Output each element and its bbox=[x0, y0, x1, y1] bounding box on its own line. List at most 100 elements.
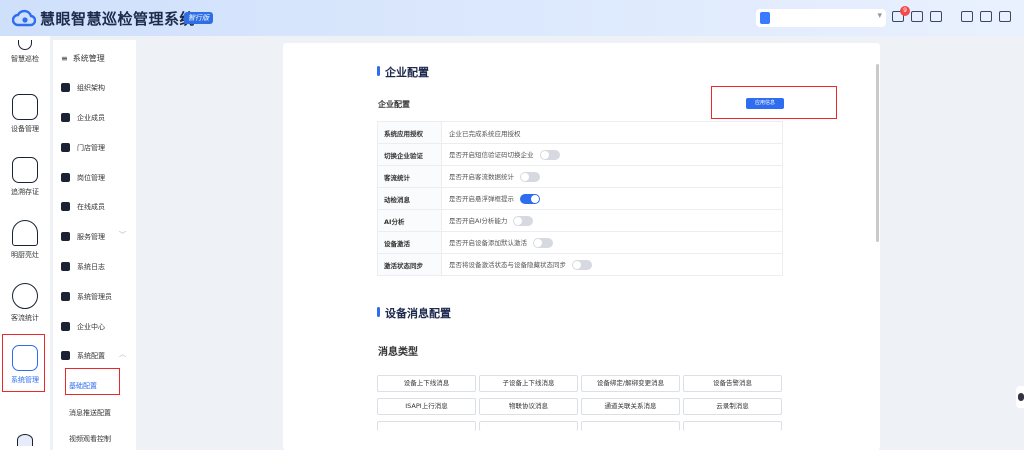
trace-icon bbox=[12, 157, 38, 183]
msg-type-button[interactable]: 设备上下线消息 bbox=[377, 375, 476, 392]
rail-label: 明厨亮灶 bbox=[11, 251, 39, 259]
chevron-down-icon: ﹀ bbox=[119, 231, 126, 239]
rail-item-traffic[interactable]: 客流统计 bbox=[0, 283, 50, 323]
table-row: 设备激活 是否开启设备添加默认激活 bbox=[377, 231, 783, 254]
table-row: 客流统计 是否开启客流数据统计 bbox=[377, 165, 783, 188]
table-row: 切换企业验证 是否开启短信验证码切换企业 bbox=[377, 143, 783, 166]
submenu-item-label: 门店管理 bbox=[77, 144, 105, 152]
chevron-up-icon: ︿ bbox=[119, 350, 126, 358]
row-value: 是否开启客流数据统计 bbox=[441, 165, 783, 188]
msg-type-button[interactable]: 设备告警消息 bbox=[683, 375, 782, 392]
rail-item-partial[interactable] bbox=[0, 434, 50, 446]
log-icon bbox=[61, 262, 70, 271]
org-select[interactable]: ▾ bbox=[756, 9, 886, 27]
msg-type-button-partial[interactable] bbox=[479, 421, 578, 431]
row-value: 是否将设备激活状态与设备隐藏状态同步 bbox=[441, 253, 783, 276]
submenu-item-label: 服务管理 bbox=[77, 233, 105, 241]
row-key: 激活状态同步 bbox=[377, 253, 442, 276]
subtitle-msg-type: 消息类型 bbox=[378, 347, 418, 358]
rail-label: 设备管理 bbox=[11, 125, 39, 133]
msg-type-button[interactable]: 设备绑定/解绑变更消息 bbox=[581, 375, 680, 392]
settings-icon[interactable] bbox=[999, 11, 1013, 25]
row-desc: 是否开启设备添加默认激活 bbox=[449, 239, 527, 247]
admin-icon bbox=[61, 292, 70, 301]
member-icon bbox=[61, 113, 70, 122]
table-row: 系统应用授权 企业已完成系统应用授权 bbox=[377, 121, 783, 144]
download-icon[interactable] bbox=[961, 11, 975, 25]
top-header: 慧眼智慧巡检管理系统 智行版 ▾ 9 bbox=[0, 0, 1024, 36]
msg-type-button[interactable]: 子设备上下线消息 bbox=[479, 375, 578, 392]
online-icon bbox=[61, 202, 70, 211]
fullscreen-icon[interactable] bbox=[980, 11, 994, 25]
annotation-box-app-info bbox=[711, 86, 837, 119]
table-row: AI分析 是否开启AI分析能力 bbox=[377, 209, 783, 232]
device-icon bbox=[12, 94, 38, 120]
submenu-item-label: 系统日志 bbox=[77, 263, 105, 271]
row-key: AI分析 bbox=[377, 209, 442, 232]
msg-type-button[interactable]: ISAPI上行消息 bbox=[377, 398, 476, 415]
app-title: 慧眼智慧巡检管理系统 bbox=[40, 10, 196, 28]
enterprise-config-table: 系统应用授权 企业已完成系统应用授权 切换企业验证 是否开启短信验证码切换企业 … bbox=[377, 121, 783, 276]
row-key: 客流统计 bbox=[377, 165, 442, 188]
msg-type-button-partial[interactable] bbox=[581, 421, 680, 431]
subtitle-enterprise: 企业配置 bbox=[378, 100, 410, 109]
submenu-child-video-control[interactable]: 视频观看控制 bbox=[69, 434, 111, 444]
org-tree-icon bbox=[61, 83, 70, 92]
org-icon bbox=[760, 12, 770, 24]
annotation-box-basic-config bbox=[65, 368, 120, 395]
rail-item-trace[interactable]: 追溯存证 bbox=[0, 157, 50, 197]
traffic-icon bbox=[12, 283, 38, 309]
service-icon bbox=[61, 232, 70, 241]
floating-assistant-icon[interactable] bbox=[1016, 386, 1024, 408]
submenu-item-label: 系统配置 bbox=[77, 352, 105, 360]
rail-item-inspection[interactable]: 智慧巡检 bbox=[0, 40, 50, 64]
row-desc: 是否开启客流数据统计 bbox=[449, 173, 514, 181]
inspection-icon bbox=[18, 40, 32, 50]
row-value: 企业已完成系统应用授权 bbox=[441, 121, 783, 144]
row-desc: 企业已完成系统应用授权 bbox=[449, 129, 521, 138]
vertical-scrollbar[interactable] bbox=[876, 64, 879, 242]
chevron-down-icon: ▾ bbox=[877, 11, 882, 21]
row-desc: 是否开启短信验证码切换企业 bbox=[449, 151, 534, 159]
kitchen-icon bbox=[12, 220, 38, 246]
post-icon bbox=[61, 173, 70, 182]
traffic-stat-toggle[interactable] bbox=[520, 172, 540, 182]
popup-alert-toggle[interactable] bbox=[520, 194, 540, 204]
enterprise-icon bbox=[61, 322, 70, 331]
submenu-child-msg-push[interactable]: 消息推送配置 bbox=[69, 408, 111, 418]
rail-label: 智慧巡检 bbox=[11, 55, 39, 63]
section-title-device-msg: 设备消息配置 bbox=[377, 305, 451, 321]
table-row: 激活状态同步 是否将设备激活状态与设备隐藏状态同步 bbox=[377, 253, 783, 276]
store-icon bbox=[61, 143, 70, 152]
submenu-item-label: 企业成员 bbox=[77, 114, 105, 122]
msg-type-button-partial[interactable] bbox=[683, 421, 782, 431]
edition-badge: 智行版 bbox=[184, 12, 213, 24]
row-desc: 是否开启悬浮弹框提示 bbox=[449, 195, 514, 203]
help-icon[interactable] bbox=[930, 11, 944, 25]
row-key: 切换企业验证 bbox=[377, 143, 442, 166]
row-value: 是否开启悬浮弹框提示 bbox=[441, 187, 783, 210]
config-icon bbox=[61, 351, 70, 360]
cloud-logo-icon bbox=[12, 9, 36, 27]
msg-type-button[interactable]: 物联协议消息 bbox=[479, 398, 578, 415]
notification-count: 9 bbox=[900, 6, 910, 16]
ai-analysis-toggle[interactable] bbox=[513, 216, 534, 226]
submenu-item-label: 企业中心 bbox=[77, 323, 105, 331]
msg-type-button[interactable]: 通道关联关系消息 bbox=[581, 398, 680, 415]
notification-icon[interactable]: 9 bbox=[892, 6, 910, 25]
row-value: 是否开启AI分析能力 bbox=[441, 209, 783, 232]
rail-item-kitchen[interactable]: 明厨亮灶 bbox=[0, 220, 50, 260]
rail-item-device[interactable]: 设备管理 bbox=[0, 94, 50, 134]
sms-verify-toggle[interactable] bbox=[539, 150, 560, 160]
submenu-item-label: 在线成员 bbox=[77, 203, 105, 211]
activate-sync-toggle[interactable] bbox=[572, 260, 592, 270]
partial-icon bbox=[17, 434, 33, 446]
annotation-box-system bbox=[2, 334, 45, 392]
submenu-heading: ≡ 系统管理 bbox=[61, 54, 105, 63]
msg-type-button-partial[interactable] bbox=[377, 421, 476, 431]
message-icon[interactable] bbox=[911, 11, 925, 25]
row-value: 是否开启设备添加默认激活 bbox=[441, 231, 783, 254]
device-activate-toggle[interactable] bbox=[533, 238, 553, 248]
rail-label: 追溯存证 bbox=[11, 188, 39, 196]
msg-type-button[interactable]: 云录制消息 bbox=[683, 398, 782, 415]
